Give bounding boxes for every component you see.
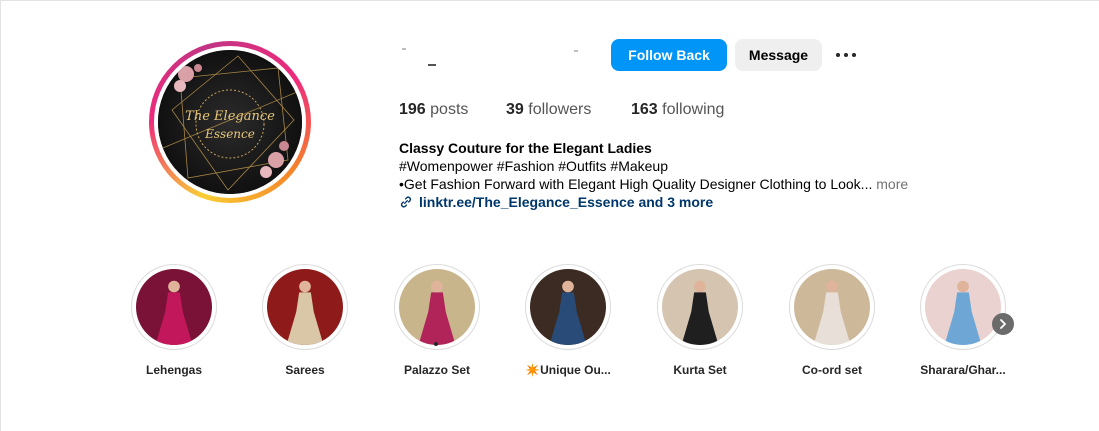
followers-count: 39 (506, 101, 524, 118)
avatar-text-1: The Elegance (185, 109, 275, 124)
highlight-item[interactable]: Palazzo Set (393, 264, 481, 377)
highlight-image (136, 269, 212, 345)
highlight-label: ✴️Unique Ou... (525, 363, 611, 377)
highlight-item[interactable]: Lehengas (130, 264, 218, 377)
posts-count: 196 (399, 101, 426, 118)
username (398, 44, 588, 68)
next-highlights-button[interactable] (992, 313, 1014, 335)
bio-hashtags: #Womenpower #Fashion #Outfits #Makeup (399, 158, 668, 174)
highlight-image (530, 269, 606, 345)
more-options-icon[interactable] (834, 44, 858, 66)
highlight-image (794, 269, 870, 345)
highlight-cover[interactable] (789, 264, 875, 350)
followers-stat[interactable]: 39 followers (506, 101, 591, 119)
following-count: 163 (631, 101, 658, 118)
highlight-image (662, 269, 738, 345)
highlight-item[interactable]: ✴️Unique Ou... (524, 264, 612, 377)
follow-back-button[interactable]: Follow Back (611, 39, 727, 71)
bio-link-text: linktr.ee/The_Elegance_Essence and 3 mor… (419, 194, 714, 210)
message-button[interactable]: Message (735, 39, 822, 71)
bio-description-text: •Get Fashion Forward with Elegant High Q… (399, 176, 873, 192)
profile-avatar[interactable]: The Elegance Essence (149, 41, 311, 203)
highlight-cover[interactable] (394, 264, 480, 350)
bio-more-link[interactable]: more (876, 176, 908, 192)
followers-label: followers (528, 101, 592, 118)
highlight-item[interactable]: Co-ord set (788, 264, 876, 377)
highlight-cover[interactable] (657, 264, 743, 350)
highlight-cover[interactable] (920, 264, 1006, 350)
bio-link[interactable]: linktr.ee/The_Elegance_Essence and 3 mor… (399, 194, 713, 210)
posts-label: posts (430, 101, 469, 118)
highlight-item[interactable]: Sarees (261, 264, 349, 377)
highlight-image (925, 269, 1001, 345)
highlight-image (267, 269, 343, 345)
highlight-image (399, 269, 475, 345)
highlight-label: Lehengas (145, 363, 202, 377)
following-stat[interactable]: 163 following (631, 101, 724, 119)
highlight-item[interactable]: Kurta Set (656, 264, 744, 377)
link-icon (400, 196, 412, 208)
highlight-label: Palazzo Set (403, 363, 471, 377)
highlight-cover[interactable] (262, 264, 348, 350)
posts-stat: 196 posts (399, 101, 468, 119)
avatar-text-2: Essence (204, 127, 255, 141)
highlight-label: Sharara/Ghar... (920, 363, 1006, 377)
highlight-label: Kurta Set (673, 363, 727, 377)
bio-name: Classy Couture for the Elegant Ladies (399, 140, 652, 156)
chevron-right-icon (1000, 319, 1006, 329)
highlight-unseen-dot (434, 342, 438, 346)
following-label: following (662, 101, 725, 118)
highlight-label: Sarees (285, 363, 325, 377)
highlight-cover[interactable] (525, 264, 611, 350)
avatar-logo-image: The Elegance Essence (158, 50, 302, 194)
bio-description: •Get Fashion Forward with Elegant High Q… (399, 176, 908, 192)
highlight-label: Co-ord set (802, 363, 862, 377)
highlight-item[interactable]: Sharara/Ghar... (919, 264, 1007, 377)
highlight-cover[interactable] (131, 264, 217, 350)
